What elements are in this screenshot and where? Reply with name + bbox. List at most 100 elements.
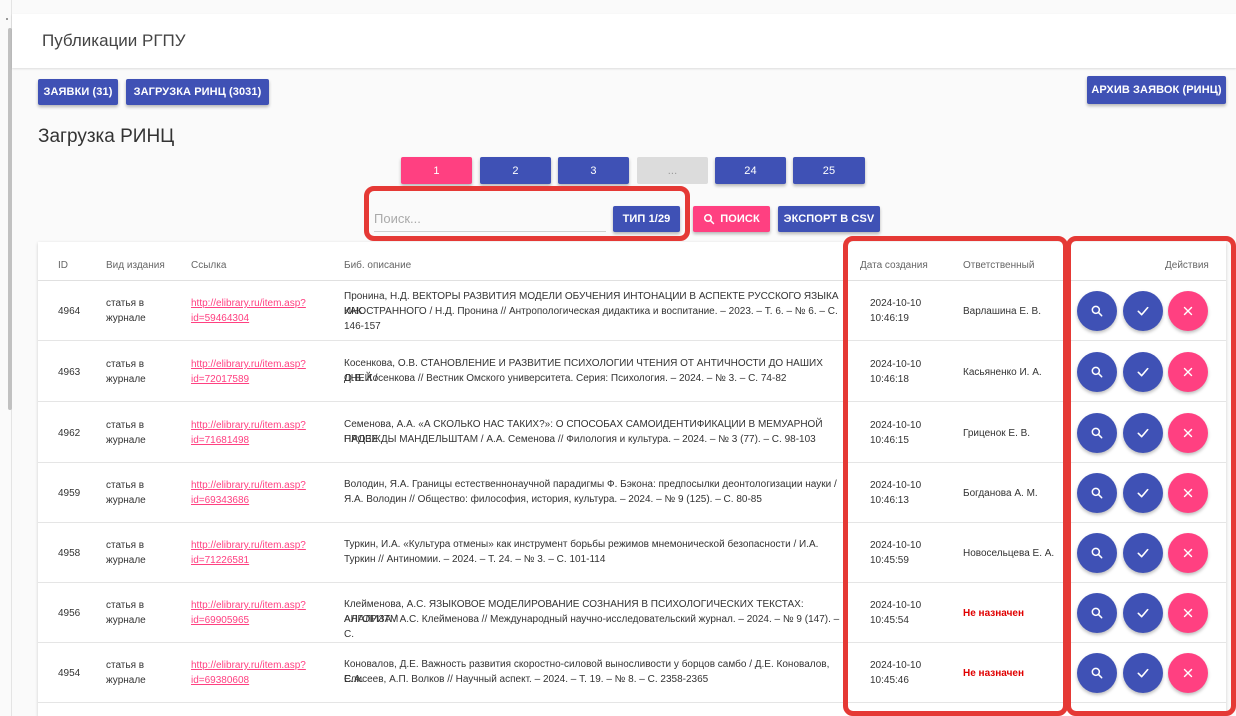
check-icon bbox=[1135, 605, 1151, 621]
search-icon bbox=[1090, 304, 1104, 318]
row-link-line2[interactable]: id=69380608 bbox=[191, 673, 249, 688]
reject-button[interactable] bbox=[1168, 413, 1208, 453]
page-button-2[interactable]: 2 bbox=[480, 157, 551, 184]
search-button[interactable]: ПОИСК bbox=[693, 206, 770, 232]
row-link-line1[interactable]: http://elibrary.ru/item.asp? bbox=[191, 538, 306, 553]
row-time: 10:45:54 bbox=[870, 615, 909, 626]
view-button[interactable] bbox=[1077, 473, 1117, 513]
row-kind-line2: журнале bbox=[106, 435, 146, 446]
page-button-25[interactable]: 25 bbox=[793, 157, 865, 184]
view-button[interactable] bbox=[1077, 413, 1117, 453]
search-button-label: ПОИСК bbox=[720, 213, 760, 225]
check-icon bbox=[1135, 364, 1151, 380]
row-kind-line2: журнале bbox=[106, 555, 146, 566]
row-responsible: Богданова А. М. bbox=[963, 488, 1038, 499]
rinc-upload-button[interactable]: ЗАГРУЗКА РИНЦ (3031) bbox=[126, 79, 269, 105]
row-time: 10:46:18 bbox=[870, 374, 909, 385]
close-icon bbox=[1181, 666, 1195, 680]
column-header-bib: Биб. описание bbox=[344, 260, 412, 271]
row-link-line1[interactable]: http://elibrary.ru/item.asp? bbox=[191, 598, 306, 613]
row-id: 4954 bbox=[58, 668, 81, 679]
row-date: 2024-10-10 bbox=[870, 298, 922, 309]
approve-button[interactable] bbox=[1123, 291, 1163, 331]
row-bib-line2: Елисеев, А.П. Волков // Научный аспект. … bbox=[344, 674, 709, 685]
row-time: 10:45:46 bbox=[870, 675, 909, 686]
row-bib-line2: НАДЕЖДЫ МАНДЕЛЬШТАМ / А.А. Семенова // Ф… bbox=[344, 434, 816, 445]
column-header-link: Ссылка bbox=[191, 260, 227, 271]
approve-button[interactable] bbox=[1123, 352, 1163, 392]
row-date: 2024-10-10 bbox=[870, 600, 922, 611]
approve-button[interactable] bbox=[1123, 593, 1163, 633]
row-id: 4959 bbox=[58, 488, 81, 499]
reject-button[interactable] bbox=[1168, 593, 1208, 633]
row-bib-line2: Туркин // Антиномии. – 2024. – Т. 24. – … bbox=[344, 554, 606, 565]
close-icon bbox=[1181, 304, 1195, 318]
scrollbar-thumb[interactable] bbox=[8, 28, 12, 410]
reject-button[interactable] bbox=[1168, 533, 1208, 573]
view-button[interactable] bbox=[1077, 533, 1117, 573]
search-icon bbox=[1090, 606, 1104, 620]
row-link-line1[interactable]: http://elibrary.ru/item.asp? bbox=[191, 418, 306, 433]
row-link-line1[interactable]: http://elibrary.ru/item.asp? bbox=[191, 357, 306, 372]
row-kind-line1: статья в bbox=[106, 420, 145, 431]
row-link-line2[interactable]: id=59464304 bbox=[191, 311, 249, 326]
view-button[interactable] bbox=[1077, 593, 1117, 633]
row-link-line2[interactable]: id=71681498 bbox=[191, 433, 249, 448]
row-link-line1[interactable]: http://elibrary.ru/item.asp? bbox=[191, 296, 306, 311]
search-icon bbox=[1090, 365, 1104, 379]
search-input[interactable] bbox=[374, 206, 606, 232]
row-kind-line1: статья в bbox=[106, 359, 145, 370]
check-icon bbox=[1135, 545, 1151, 561]
row-kind-line2: журнале bbox=[106, 495, 146, 506]
row-kind-line2: журнале bbox=[106, 615, 146, 626]
search-icon bbox=[1090, 426, 1104, 440]
row-bib-line3: 146-157 bbox=[344, 321, 381, 332]
row-kind-line1: статья в bbox=[106, 660, 145, 671]
row-date: 2024-10-10 bbox=[870, 480, 922, 491]
page-button-3[interactable]: 3 bbox=[558, 157, 629, 184]
reject-button[interactable] bbox=[1168, 473, 1208, 513]
row-date: 2024-10-10 bbox=[870, 540, 922, 551]
row-bib-line2: Я.А. Володин // Общество: философия, ист… bbox=[344, 494, 762, 505]
row-time: 10:46:15 bbox=[870, 435, 909, 446]
edge-marker bbox=[6, 18, 8, 20]
row-time: 10:46:19 bbox=[870, 313, 909, 324]
export-csv-button[interactable]: ЭКСПОРТ В CSV bbox=[778, 206, 880, 232]
approve-button[interactable] bbox=[1123, 413, 1163, 453]
row-link-line2[interactable]: id=72017589 bbox=[191, 372, 249, 387]
row-kind-line2: журнале bbox=[106, 675, 146, 686]
view-button[interactable] bbox=[1077, 291, 1117, 331]
approve-button[interactable] bbox=[1123, 473, 1163, 513]
row-link-line1[interactable]: http://elibrary.ru/item.asp? bbox=[191, 658, 306, 673]
row-link-line2[interactable]: id=69905965 bbox=[191, 613, 249, 628]
approve-button[interactable] bbox=[1123, 533, 1163, 573]
row-id: 4958 bbox=[58, 548, 81, 559]
reject-button[interactable] bbox=[1168, 653, 1208, 693]
row-date: 2024-10-10 bbox=[870, 359, 922, 370]
row-link-line2[interactable]: id=69343686 bbox=[191, 493, 249, 508]
column-header-id: ID bbox=[58, 260, 68, 271]
view-button[interactable] bbox=[1077, 352, 1117, 392]
row-bib-line1: Володин, Я.А. Границы естественнонаучной… bbox=[344, 479, 837, 490]
row-id: 4963 bbox=[58, 367, 81, 378]
search-icon bbox=[704, 214, 715, 225]
check-icon bbox=[1135, 303, 1151, 319]
view-button[interactable] bbox=[1077, 653, 1117, 693]
requests-button[interactable]: ЗАЯВКИ (31) bbox=[38, 79, 118, 105]
row-link-line2[interactable]: id=71226581 bbox=[191, 553, 249, 568]
row-responsible: Варлашина Е. В. bbox=[963, 306, 1041, 317]
reject-button[interactable] bbox=[1168, 352, 1208, 392]
type-filter-button[interactable]: ТИП 1/29 bbox=[613, 206, 680, 232]
row-kind-line1: статья в bbox=[106, 540, 145, 551]
left-edge bbox=[0, 0, 12, 716]
row-link-line1[interactable]: http://elibrary.ru/item.asp? bbox=[191, 478, 306, 493]
search-icon bbox=[1090, 546, 1104, 560]
reject-button[interactable] bbox=[1168, 291, 1208, 331]
row-responsible: Гриценок Е. В. bbox=[963, 428, 1031, 439]
row-bib-line1: Туркин, И.А. «Культура отмены» как инстр… bbox=[344, 539, 819, 550]
column-header-actions: Действия bbox=[1165, 260, 1209, 271]
page-button-1[interactable]: 1 bbox=[401, 157, 472, 184]
archive-button[interactable]: АРХИВ ЗАЯВОК (РИНЦ) bbox=[1087, 76, 1226, 104]
page-button-24[interactable]: 24 bbox=[715, 157, 786, 184]
approve-button[interactable] bbox=[1123, 653, 1163, 693]
